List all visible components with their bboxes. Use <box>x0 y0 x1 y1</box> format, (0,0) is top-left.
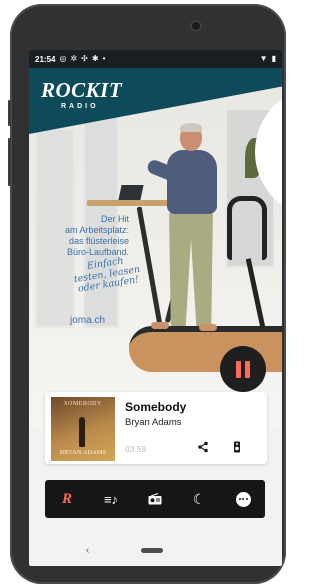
nav-item-more[interactable] <box>229 485 257 513</box>
nav-item-radio[interactable] <box>141 485 169 513</box>
more-dots-icon <box>235 491 251 507</box>
radio-icon <box>148 493 162 505</box>
nav-item-sleep-timer[interactable]: ☾ <box>185 485 213 513</box>
nav-item-playlist[interactable]: ≡♪ <box>97 485 125 513</box>
music-list-icon: ≡♪ <box>103 491 119 507</box>
treadmill-handle-image <box>227 196 267 260</box>
logo-sub-text: RADIO <box>61 103 99 110</box>
ad-line: Der Hit <box>100 214 129 224</box>
system-nav-bar: ‹ <box>29 534 282 566</box>
home-pill[interactable] <box>141 547 164 553</box>
bluetooth-icon: ✱ <box>91 54 99 63</box>
volume-button <box>8 138 11 186</box>
rockit-logo: ROCKIT RADIO <box>41 78 123 111</box>
treadmill-bar-image <box>245 258 266 328</box>
rockit-logo-icon: R <box>61 490 72 507</box>
moon-icon: ☾ <box>192 490 206 507</box>
speaker-icon[interactable] <box>230 441 244 455</box>
pause-icon <box>236 360 241 378</box>
ad-line: das flüsterleise <box>68 236 129 246</box>
status-bar: 21:54 ◎ ✲ ✣ ✱ • ▼ ▮ <box>29 50 282 68</box>
song-elapsed-time: 03:59 <box>125 444 147 454</box>
album-cover-figure <box>79 417 85 447</box>
logo-main-text: ROCKIT <box>41 78 123 102</box>
album-cover-artist: BRYAN ADAMS <box>59 449 107 456</box>
person-torso <box>167 150 217 214</box>
album-cover: SOMEBODY BRYAN ADAMS <box>51 397 115 461</box>
app-screen: 21:54 ◎ ✲ ✣ ✱ • ▼ ▮ ROCKIT RADIO Der Hit… <box>29 50 282 566</box>
shoe-image <box>151 322 169 329</box>
ad-headline: Der Hit am Arbeitsplatz: das flüsterleis… <box>57 214 129 258</box>
battery-icon: ▮ <box>271 54 276 63</box>
power-button <box>8 100 11 126</box>
person-image <box>169 210 213 326</box>
ad-url[interactable]: joma.ch <box>70 315 105 326</box>
fan-icon: ✣ <box>81 54 88 63</box>
laptop-image <box>118 185 144 200</box>
pause-icon <box>245 360 250 378</box>
front-camera <box>192 22 200 30</box>
whatsapp-icon: ◎ <box>59 54 67 63</box>
bottom-nav: R ≡♪ ☾ <box>45 480 265 518</box>
song-title: Somebody <box>125 400 187 414</box>
dot-icon: • <box>102 54 106 63</box>
pause-button[interactable] <box>220 346 266 392</box>
nav-item-home[interactable]: R <box>53 485 81 513</box>
shoe-image <box>199 324 217 331</box>
settings-cog-icon: ✲ <box>70 54 78 63</box>
now-playing-card[interactable]: SOMEBODY BRYAN ADAMS Somebody Bryan Adam… <box>45 392 267 464</box>
share-icon[interactable] <box>196 441 210 455</box>
song-artist: Bryan Adams <box>125 417 182 428</box>
album-cover-title: SOMEBODY <box>64 401 102 407</box>
wifi-icon: ▼ <box>259 54 268 63</box>
ad-line: am Arbeitsplatz: <box>64 225 129 235</box>
ad-script-text: Einfach testen, leasen oder kaufen! <box>67 253 147 296</box>
status-time: 21:54 <box>35 54 56 64</box>
back-icon[interactable]: ‹ <box>86 545 89 556</box>
person-hair <box>180 123 202 132</box>
